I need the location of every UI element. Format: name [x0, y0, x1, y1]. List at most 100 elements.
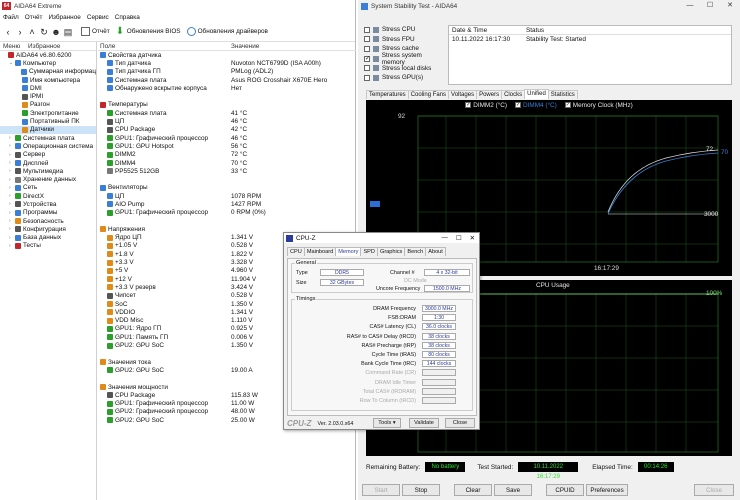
close-icon[interactable]: ✕ — [720, 0, 740, 12]
tree-item[interactable]: AIDA64 v6.80.6200 — [0, 51, 96, 59]
menu-service[interactable]: Сервис — [87, 14, 109, 21]
tree-tab-favorites[interactable]: Избранное — [28, 43, 60, 50]
cpuz-tab-about[interactable]: About — [425, 247, 446, 256]
tree-item[interactable]: Разгон — [0, 101, 96, 109]
tab-temperatures[interactable]: Temperatures — [366, 90, 409, 99]
tab-cooling-fans[interactable]: Cooling Fans — [407, 90, 450, 99]
maximize-icon[interactable]: ☐ — [700, 0, 720, 12]
column-value[interactable]: Значение — [231, 43, 259, 50]
tree-item[interactable]: › Сеть — [0, 184, 96, 192]
tree-item[interactable]: › Устройства — [0, 200, 96, 208]
graph-scroll-marker[interactable] — [370, 201, 380, 207]
refresh-icon[interactable]: ↻ — [39, 26, 49, 38]
stress-option[interactable]: Stress FPU — [364, 35, 444, 45]
cpuid-button[interactable]: CPUID — [546, 484, 584, 496]
tab-voltages[interactable]: Voltages — [448, 90, 478, 99]
menu-file[interactable]: Файл — [3, 14, 19, 21]
tab-clocks[interactable]: Clocks — [501, 90, 526, 99]
sensor-row[interactable]: CPU Package 42 °C — [98, 126, 356, 134]
tree-item[interactable]: › Операционная система — [0, 142, 96, 150]
user-icon[interactable]: ☻ — [51, 26, 61, 38]
sensor-section[interactable]: Свойства датчика — [98, 51, 356, 59]
stop-button[interactable]: Stop — [402, 484, 440, 496]
tools-button[interactable]: Tools ▾ — [373, 418, 401, 428]
col-status[interactable]: Status — [526, 27, 544, 34]
status-row[interactable]: 10.11.2022 16:17:30 Stability Test: Star… — [449, 35, 731, 44]
checkbox[interactable] — [364, 74, 370, 81]
checkbox[interactable]: ✓ — [364, 55, 370, 62]
checkbox[interactable] — [364, 45, 370, 52]
cpuz-tab-cpu[interactable]: CPU — [287, 247, 305, 256]
chart-icon[interactable]: ▤ — [63, 26, 73, 38]
save-button[interactable]: Save — [494, 484, 532, 496]
menu-favorites[interactable]: Избранное — [48, 14, 80, 21]
forward-icon[interactable]: › — [15, 26, 25, 38]
start-button[interactable]: Start — [362, 484, 400, 496]
close-button[interactable]: Close — [694, 484, 734, 496]
tree-item[interactable]: ⌄ Компьютер — [0, 59, 96, 67]
sensor-row[interactable]: ЦП 46 °C — [98, 117, 356, 125]
sensor-row[interactable]: PP5525 512GB 33 °C — [98, 167, 356, 175]
stress-option[interactable]: ✓ Stress system memory — [364, 52, 444, 66]
tree-item[interactable]: Электропитание — [0, 109, 96, 117]
clear-button[interactable]: Clear — [454, 484, 492, 496]
cpuz-tab-graphics[interactable]: Graphics — [376, 247, 406, 256]
tree-item[interactable]: › Хранение данных — [0, 175, 96, 183]
tree-item[interactable]: Датчики — [0, 125, 96, 134]
tab-statistics[interactable]: Statistics — [547, 90, 578, 99]
sensor-row[interactable]: Тип датчика Nuvoton NCT6799D (ISA A00h) — [98, 59, 356, 67]
cpuz-tab-mainboard[interactable]: Mainboard — [303, 247, 337, 256]
validate-button[interactable]: Validate — [409, 418, 439, 428]
cpuz-minimize-icon[interactable]: — — [442, 234, 448, 242]
bios-update-button[interactable]: ⬇ Обновления BIOS — [116, 27, 181, 37]
col-date-time[interactable]: Date & Time — [449, 27, 526, 34]
minimize-icon[interactable]: — — [680, 0, 700, 12]
tree-item[interactable]: › Безопасность — [0, 217, 96, 225]
stress-option[interactable]: Stress CPU — [364, 25, 444, 35]
column-field[interactable]: Поле — [98, 43, 231, 50]
sensor-row[interactable]: AIO Pump 1427 RPM — [98, 200, 356, 208]
sensor-row[interactable]: Тип датчика ГП PMLog (ADL2) — [98, 68, 356, 76]
sensor-row[interactable]: GPU1: Графический процессор 0 RPM (0%) — [98, 209, 356, 217]
sensor-row[interactable]: Системная плата 41 °C — [98, 109, 356, 117]
tree-item[interactable]: › Программы — [0, 209, 96, 217]
tree-item[interactable]: Портативный ПК — [0, 117, 96, 125]
menu-help[interactable]: Справка — [115, 14, 140, 21]
tab-unified[interactable]: Unified — [524, 89, 549, 99]
stress-option[interactable]: Stress GPU(s) — [364, 73, 444, 83]
preferences-button[interactable]: Preferences — [586, 484, 628, 496]
cpuz-maximize-icon[interactable]: ☐ — [456, 234, 462, 242]
tree-item[interactable]: › База данных — [0, 234, 96, 242]
tree-tab-menu[interactable]: Меню — [0, 43, 28, 50]
sensor-section[interactable]: Температуры — [98, 101, 356, 109]
sensor-row[interactable]: DIMM4 70 °C — [98, 159, 356, 167]
tree-item[interactable]: › Конфигурация — [0, 225, 96, 233]
cpuz-tab-memory[interactable]: Memory — [335, 247, 362, 256]
cpuz-close-button[interactable]: Close — [445, 418, 475, 428]
tab-powers[interactable]: Powers — [476, 90, 503, 99]
tree-item[interactable]: › Тесты — [0, 242, 96, 250]
tree-item[interactable]: › Дисплей — [0, 159, 96, 167]
tree-item[interactable]: Имя компьютера — [0, 76, 96, 84]
tree-item[interactable]: Суммарная информац — [0, 68, 96, 76]
tree-item[interactable]: IPMI — [0, 92, 96, 100]
up-icon[interactable]: ˄ — [27, 26, 37, 38]
back-icon[interactable]: ‹ — [3, 26, 13, 38]
checkbox[interactable] — [364, 65, 370, 72]
sensor-row[interactable]: DIMM2 72 °C — [98, 151, 356, 159]
driver-update-button[interactable]: Обновления драйверов — [186, 27, 268, 36]
cpuz-tab-bench[interactable]: Bench — [404, 247, 427, 256]
report-button[interactable]: Отчёт — [81, 27, 110, 36]
sensor-section[interactable]: Вентиляторы — [98, 184, 356, 192]
sensor-row[interactable]: ЦП 1078 RPM — [98, 192, 356, 200]
tree-item[interactable]: › Сервер — [0, 151, 96, 159]
sensor-row[interactable]: Системная плата Asus ROG Crosshair X670E … — [98, 76, 356, 84]
tree-item[interactable]: › DirectX — [0, 192, 96, 200]
sensor-row[interactable]: GPU1: Графический процессор 46 °C — [98, 134, 356, 142]
sensor-row[interactable]: GPU1: GPU Hotspot 56 °C — [98, 142, 356, 150]
tree-item[interactable]: DMI — [0, 84, 96, 92]
menu-report[interactable]: Отчёт — [25, 14, 43, 21]
tree-item[interactable]: › Мультимедиа — [0, 167, 96, 175]
checkbox[interactable] — [364, 36, 370, 43]
checkbox[interactable] — [364, 26, 370, 33]
